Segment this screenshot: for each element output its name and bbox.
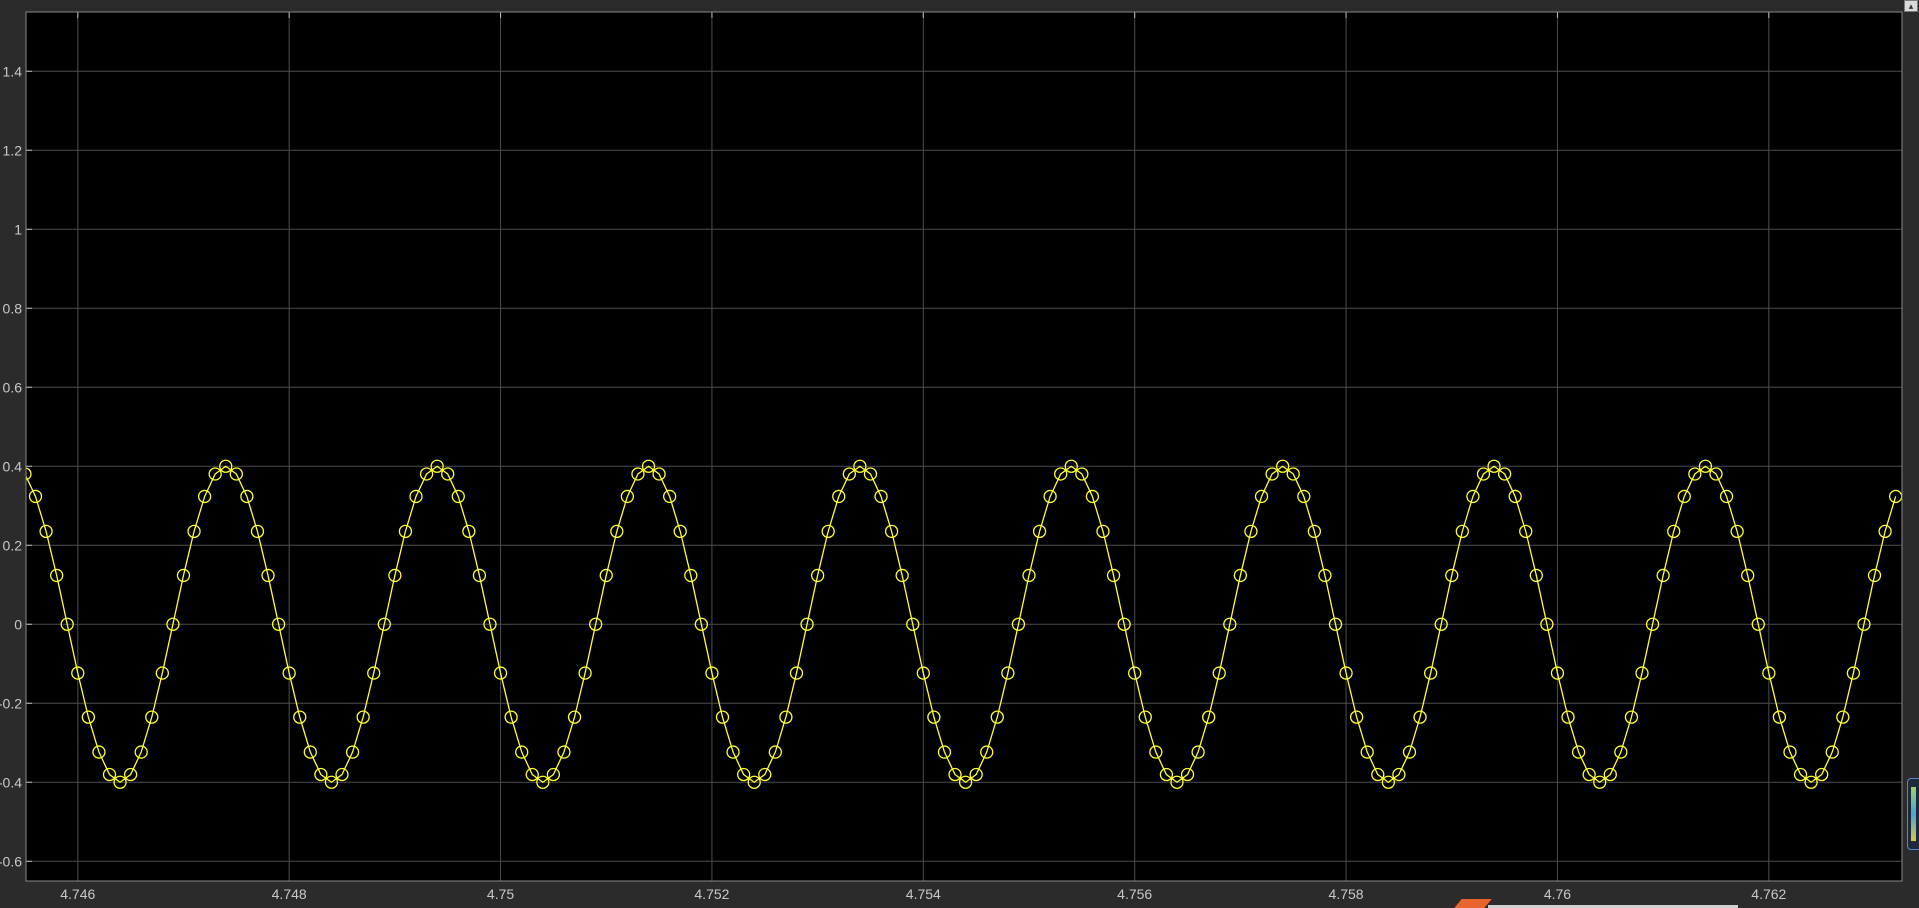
expand-icon[interactable]: ▴ [1904,0,1918,12]
y-tick-label: 1.2 [3,142,23,158]
y-tick-label: 1.4 [3,63,23,79]
x-tick-label: 4.748 [272,886,307,902]
y-tick-label: -0.4 [0,774,22,790]
x-tick-label: 4.752 [694,886,729,902]
x-tick-label: 4.754 [906,886,941,902]
x-tick-label: 4.758 [1329,886,1364,902]
y-tick-labels: -0.6 -0.4 -0.2 0 0.2 0.4 0.6 0.8 1 1.2 1.4 [0,63,22,869]
y-tick-label: 0.6 [3,379,23,395]
y-tick-label: 0.2 [3,537,23,553]
plot-area[interactable]: 4.746 4.748 4.75 4.752 4.754 4.756 4.758 4.76 4.… [0,0,1919,908]
plot-background [26,12,1902,881]
legend-handle-icon[interactable] [1907,778,1919,850]
x-tick-label: 4.75 [487,886,514,902]
x-tick-label: 4.762 [1751,886,1786,902]
y-tick-label: 1 [14,221,22,237]
y-tick-label: 0 [14,616,22,632]
x-tick-label: 4.756 [1117,886,1152,902]
scope-window: 4.746 4.748 4.75 4.752 4.754 4.756 4.758 4.76 4.… [0,0,1919,908]
y-tick-label: -0.2 [0,695,22,711]
x-tick-label: 4.746 [60,886,95,902]
y-tick-label: -0.6 [0,853,22,869]
x-tick-labels: 4.746 4.748 4.75 4.752 4.754 4.756 4.758 4.76 4.… [60,886,1786,902]
y-tick-label: 0.8 [3,300,23,316]
y-tick-label: 0.4 [3,458,23,474]
legend-handle-grip [1911,787,1916,841]
x-tick-label: 4.76 [1544,886,1571,902]
